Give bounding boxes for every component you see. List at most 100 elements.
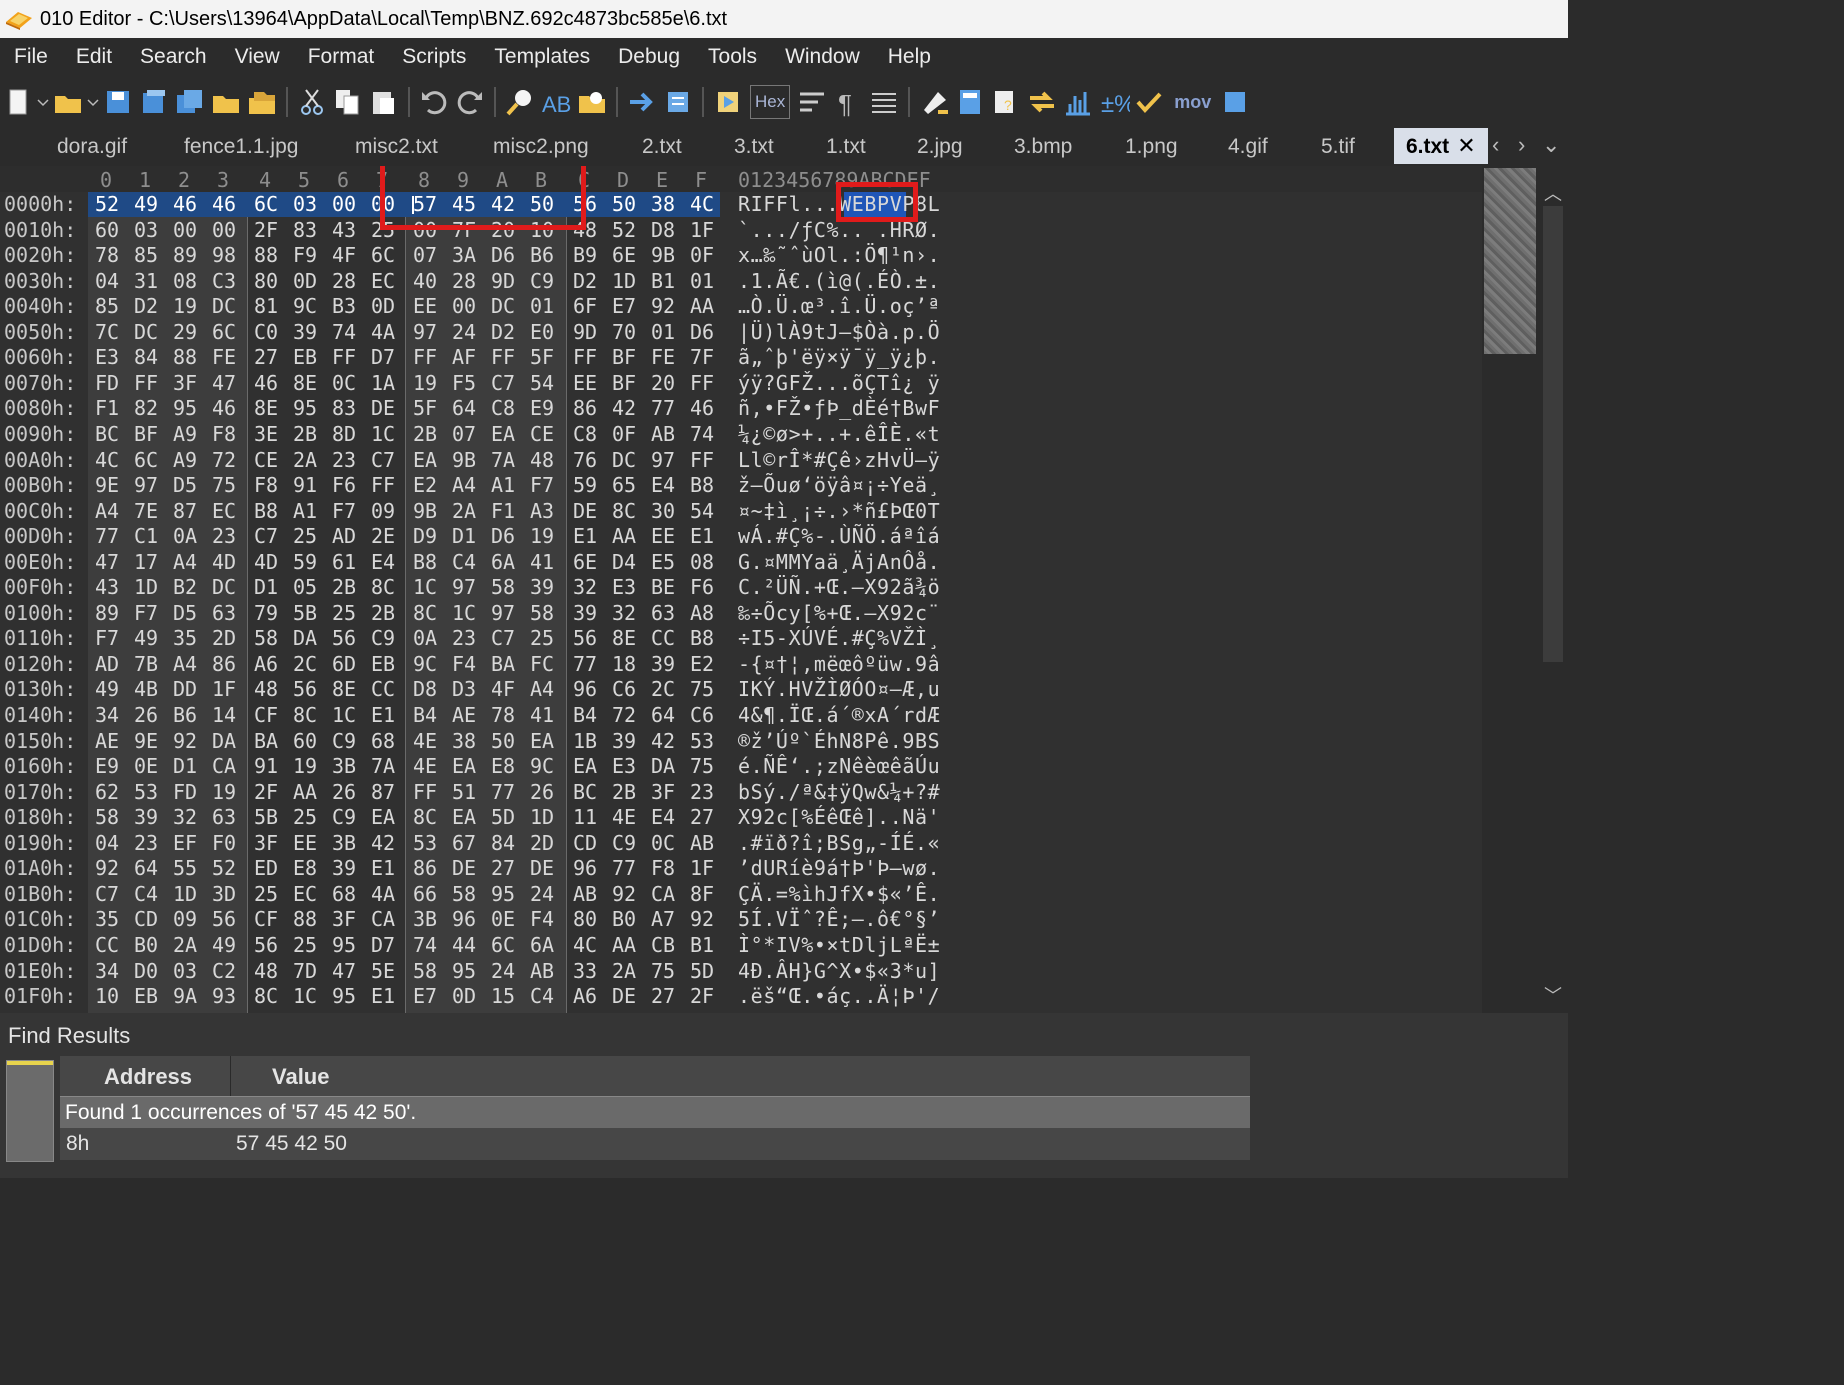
hex-byte[interactable]: AA <box>683 294 721 318</box>
hex-byte[interactable]: 7E <box>127 499 165 523</box>
hex-byte[interactable]: CB <box>644 933 682 957</box>
ascii-text[interactable]: ¼¿©ø>+..+.êÎÈ.«t <box>738 422 940 446</box>
hex-row[interactable]: 0080h: F1 82 95 46 8E 95 83 DE 5F 64 C8 E9 86 42 77 46 ñ‚… <box>0 396 1482 422</box>
hex-byte[interactable]: E3 <box>605 754 643 778</box>
hex-byte[interactable]: 96 <box>566 677 604 701</box>
hex-byte[interactable]: CA <box>644 882 682 906</box>
menu-search[interactable]: Search <box>126 45 221 69</box>
hex-byte[interactable]: 56 <box>205 907 243 931</box>
hex-byte[interactable]: 86 <box>406 856 444 880</box>
hex-byte[interactable]: DA <box>286 626 324 650</box>
hex-byte[interactable]: 52 <box>88 192 126 216</box>
hex-byte[interactable]: 2A <box>286 448 324 472</box>
hex-byte[interactable]: 01 <box>644 320 682 344</box>
hex-byte[interactable]: 47 <box>325 959 363 983</box>
hex-byte[interactable]: 44 <box>445 933 483 957</box>
hex-byte[interactable]: EB <box>364 652 402 676</box>
hex-byte[interactable]: 9C <box>523 754 561 778</box>
hex-byte[interactable]: 26 <box>523 780 561 804</box>
hex-byte[interactable]: 52 <box>605 218 643 242</box>
hex-byte[interactable]: DC <box>205 575 243 599</box>
hex-byte[interactable]: 29 <box>166 320 204 344</box>
hex-byte[interactable]: E0 <box>523 320 561 344</box>
hex-byte[interactable]: E1 <box>566 524 604 548</box>
hex-byte[interactable]: 6C <box>127 448 165 472</box>
hex-byte[interactable]: 49 <box>205 933 243 957</box>
hex-byte[interactable]: 1F <box>683 218 721 242</box>
tab-list-icon[interactable]: ⌄ <box>1542 128 1560 164</box>
ascii-text[interactable]: ’dURíè9á†Þ'Þ–wø. <box>738 856 940 880</box>
hex-byte[interactable]: C6 <box>683 703 721 727</box>
hex-byte[interactable]: 23 <box>205 524 243 548</box>
hex-byte[interactable]: 64 <box>127 856 165 880</box>
hex-byte[interactable]: 6C <box>484 933 522 957</box>
hex-byte[interactable]: 0D <box>445 984 483 1008</box>
hex-byte[interactable]: 1B <box>566 729 604 753</box>
hex-byte[interactable]: 61 <box>325 550 363 574</box>
hex-byte[interactable]: 28 <box>445 269 483 293</box>
hex-byte[interactable]: 7A <box>364 754 402 778</box>
hex-byte[interactable]: 1F <box>205 677 243 701</box>
hex-row[interactable]: 0050h: 7C DC 29 6C C0 39 74 4A 97 24 D2 E0 9D 70 01 D6 |Ü… <box>0 320 1482 346</box>
menu-help[interactable]: Help <box>874 45 945 69</box>
hex-byte[interactable]: 77 <box>644 396 682 420</box>
hex-byte[interactable]: F7 <box>127 601 165 625</box>
hex-byte[interactable]: 88 <box>247 243 285 267</box>
hex-byte[interactable]: D8 <box>406 677 444 701</box>
hex-byte[interactable]: 1D <box>127 575 165 599</box>
hex-byte[interactable]: 88 <box>286 907 324 931</box>
hex-byte[interactable]: 46 <box>683 396 721 420</box>
hex-byte[interactable]: F8 <box>247 473 285 497</box>
hex-row[interactable]: 0120h: AD 7B A4 86 A6 2C 6D EB 9C F4 BA FC 77 18 39 E2 -{… <box>0 652 1482 678</box>
hex-byte[interactable]: D6 <box>484 243 522 267</box>
hex-byte[interactable]: 68 <box>364 729 402 753</box>
calculator-icon[interactable] <box>952 82 988 122</box>
hex-byte[interactable]: 82 <box>127 396 165 420</box>
ascii-text[interactable]: -{¤†¦,mëœôºüw.9â <box>738 652 940 676</box>
hex-byte[interactable]: 58 <box>406 959 444 983</box>
hex-byte[interactable]: 9B <box>445 448 483 472</box>
hex-byte[interactable]: A8 <box>683 601 721 625</box>
hex-byte[interactable]: E4 <box>644 805 682 829</box>
hex-byte[interactable]: E2 <box>406 473 444 497</box>
ascii-text[interactable]: ñ‚•FŽ•ƒÞ_dÈé†BwF <box>738 396 940 420</box>
hex-byte[interactable]: F7 <box>88 626 126 650</box>
hex-byte[interactable]: 95 <box>484 882 522 906</box>
ascii-text[interactable]: 4Ð.ÂH}G^X•$«3*u] <box>738 959 940 983</box>
hex-byte[interactable]: CA <box>364 907 402 931</box>
hex-byte[interactable]: 75 <box>683 677 721 701</box>
hex-byte[interactable]: 75 <box>644 959 682 983</box>
hex-byte[interactable]: 42 <box>605 396 643 420</box>
hex-byte[interactable]: CF <box>247 907 285 931</box>
hex-byte[interactable]: F4 <box>445 652 483 676</box>
hex-byte[interactable]: AA <box>605 524 643 548</box>
histogram-icon[interactable] <box>1060 82 1096 122</box>
ascii-text[interactable]: é.ÑÊ‘.;zNêèœêãÚu <box>738 754 940 778</box>
hex-byte[interactable]: 33 <box>566 959 604 983</box>
hex-byte[interactable]: 58 <box>523 601 561 625</box>
hex-byte[interactable]: F6 <box>325 473 363 497</box>
hex-byte[interactable]: 1C <box>406 575 444 599</box>
hex-byte[interactable]: 2B <box>605 780 643 804</box>
hex-byte[interactable]: 04 <box>88 831 126 855</box>
hex-byte[interactable]: 0F <box>605 422 643 446</box>
paste-icon[interactable] <box>366 82 402 122</box>
hex-byte[interactable]: 4C <box>683 192 721 216</box>
hex-byte[interactable]: DA <box>205 729 243 753</box>
hex-byte[interactable]: C1 <box>127 524 165 548</box>
hex-byte[interactable]: FF <box>683 371 721 395</box>
hex-byte[interactable]: C9 <box>523 269 561 293</box>
goto-icon[interactable] <box>624 82 660 122</box>
hex-byte[interactable]: 18 <box>605 652 643 676</box>
hex-byte[interactable]: AB <box>566 882 604 906</box>
hex-byte[interactable]: 8C <box>406 805 444 829</box>
hex-byte[interactable]: 8C <box>247 984 285 1008</box>
hex-byte[interactable]: 88 <box>166 345 204 369</box>
ascii-text[interactable]: ã„ˆþ'ëÿ×ÿ¯ÿ_ÿ¿þ. <box>738 345 940 369</box>
tab-3-txt[interactable]: 3.txt <box>734 130 774 164</box>
hex-byte[interactable]: D7 <box>364 933 402 957</box>
hex-byte[interactable]: CE <box>247 448 285 472</box>
hex-byte[interactable]: 81 <box>247 294 285 318</box>
hex-byte[interactable]: 50 <box>605 192 643 216</box>
hex-byte[interactable]: C7 <box>88 882 126 906</box>
